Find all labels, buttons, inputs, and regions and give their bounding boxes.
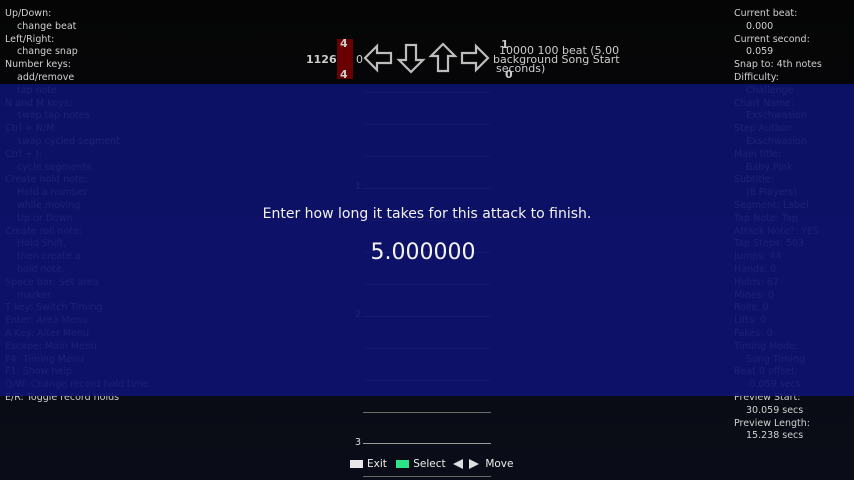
help-line: change beat	[17, 20, 77, 32]
beat-line	[363, 476, 491, 477]
bpm-beat-label: 0	[356, 53, 363, 66]
select-label[interactable]: Select	[413, 458, 445, 470]
time-signature-top: 4	[340, 37, 348, 50]
segment-bottom-number: 0	[505, 68, 513, 81]
help-line: change snap	[17, 46, 78, 58]
info-line: 0.000	[746, 20, 774, 32]
bpm-label: 1126	[306, 53, 337, 66]
down-arrow-icon	[396, 43, 426, 74]
info-line: 15.238 secs	[746, 430, 804, 442]
info-line: Current beat:	[734, 8, 798, 19]
editor-stage: Up/Down: change beat Left/Right: change sna…	[0, 0, 854, 480]
info-line: Difficulty:	[734, 71, 779, 83]
dialog-value-input[interactable]: 5.000000	[0, 240, 846, 265]
beat-line	[363, 412, 491, 413]
beat-line-major	[363, 443, 491, 444]
receptor-row	[363, 40, 493, 76]
left-arrow-icon	[363, 43, 393, 73]
info-line: Preview Length:	[734, 417, 810, 429]
segment-info-line3: seconds)	[496, 62, 546, 75]
info-line: Snap to: 4th notes	[734, 59, 822, 71]
time-signature-bottom: 4	[340, 68, 348, 81]
right-arrow-icon	[460, 43, 490, 73]
dialog-prompt: Enter how long it takes for this attack …	[262, 206, 592, 222]
help-line: Number keys:	[5, 59, 71, 71]
info-line: 30.059 secs	[746, 404, 804, 416]
beat-label: 3	[355, 437, 362, 448]
exit-label[interactable]: Exit	[367, 458, 387, 470]
move-arrows-icon	[452, 459, 479, 469]
info-line: Current second:	[734, 33, 810, 45]
help-line: add/remove	[17, 71, 75, 83]
move-label[interactable]: Move	[485, 458, 513, 470]
help-line: Up/Down:	[5, 8, 52, 19]
select-key-icon	[396, 460, 410, 468]
exit-key-icon	[350, 460, 363, 468]
info-line: 0.059	[746, 46, 774, 58]
up-arrow-icon	[428, 42, 458, 73]
footer-controls: Exit Select Move	[350, 458, 514, 472]
help-line: Left/Right:	[5, 33, 55, 45]
